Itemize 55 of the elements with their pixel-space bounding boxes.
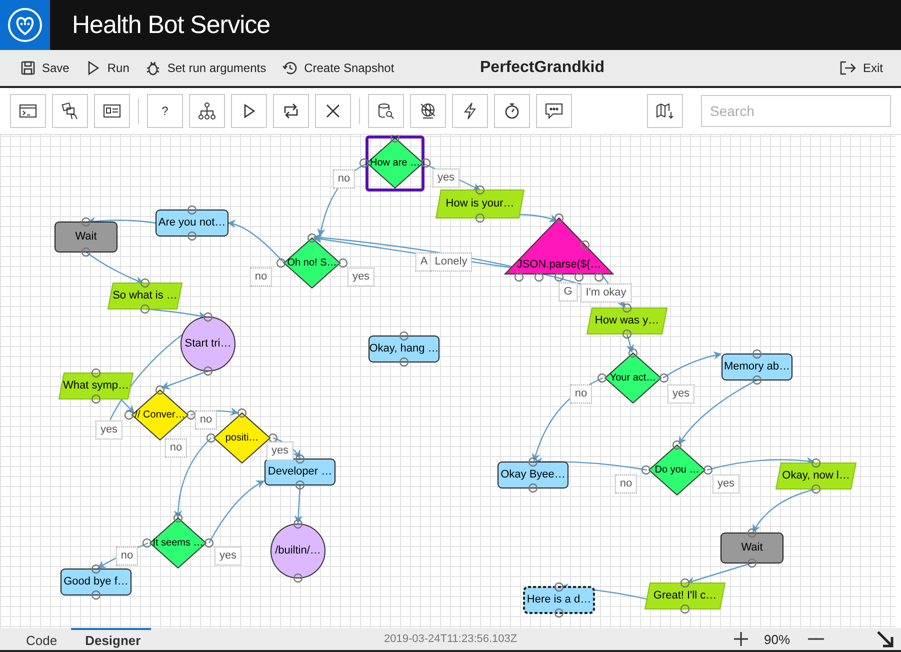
node-label: Good bye f… [64,576,128,588]
edge-label: no [116,546,138,566]
edge-label: no [164,438,188,458]
edge-label: I'm okay [580,284,632,302]
node-label: Here is a d… [526,594,592,606]
node-label: So what is … [112,290,178,302]
exit-button[interactable]: Exit [834,58,887,78]
node-label: How is your… [446,198,514,210]
edge-label: no [250,268,272,286]
node-label: Wait [75,230,97,244]
node-label: Developer … [268,466,332,478]
save-button[interactable]: Save [16,58,74,78]
node-label: Start tri… [184,338,232,350]
node-label: Oh no! S… [287,256,337,270]
node-label: // Conver… [134,408,186,422]
arguments-button[interactable]: Set run arguments [141,58,270,78]
node-label: How was y… [594,314,660,328]
node-label: Okay Byee… [500,468,566,482]
scenario-title: PerfectGrandkid [480,59,604,77]
node-label: Great! I'll c… [653,590,717,602]
edge-label: no [194,410,218,430]
edge-label: yes [712,474,740,494]
edge-label: yes [95,420,123,440]
edge-label: no [570,384,592,404]
edge-label: yes [214,546,242,566]
node-label: Wait [741,542,763,554]
edge-label: G [558,282,578,302]
node-label: Okay, now l… [782,470,850,482]
view-tab[interactable]: Designer [71,628,152,650]
node-label: JSON.parse(${… [516,258,602,272]
edge-label: yes [347,268,375,286]
node-label: What symp… [63,380,129,392]
node-label: /builtin/… [275,544,321,558]
timestamp: 2019-03-24T11:23:56.103Z [384,633,518,645]
view-tab[interactable]: Code [12,628,72,650]
edge-label: no [332,170,356,188]
edge-label: Lonely [430,252,472,272]
node-label: Do you … [654,464,700,476]
zoom-level: 90% [764,632,790,646]
edge-label: no [614,474,638,494]
node-label: Okay, hang … [369,342,439,356]
node-label: Are you not… [158,216,226,230]
node-label: It seems … [152,536,204,550]
node-label: Memory ab… [724,360,790,374]
search-field[interactable]: Search [701,95,891,127]
app-title: Health Bot Service [72,10,270,40]
node-label: How are … [370,156,420,170]
edge-label: yes [266,442,294,460]
snapshot-button[interactable]: Create Snapshot [278,58,398,78]
edge-label: yes [667,384,695,404]
node-label: Your act… [610,372,656,384]
help-button[interactable]: ? [147,94,183,128]
node-label: positi… [225,432,259,444]
run-button[interactable]: Run [81,58,134,78]
edge-label: yes [432,168,460,188]
